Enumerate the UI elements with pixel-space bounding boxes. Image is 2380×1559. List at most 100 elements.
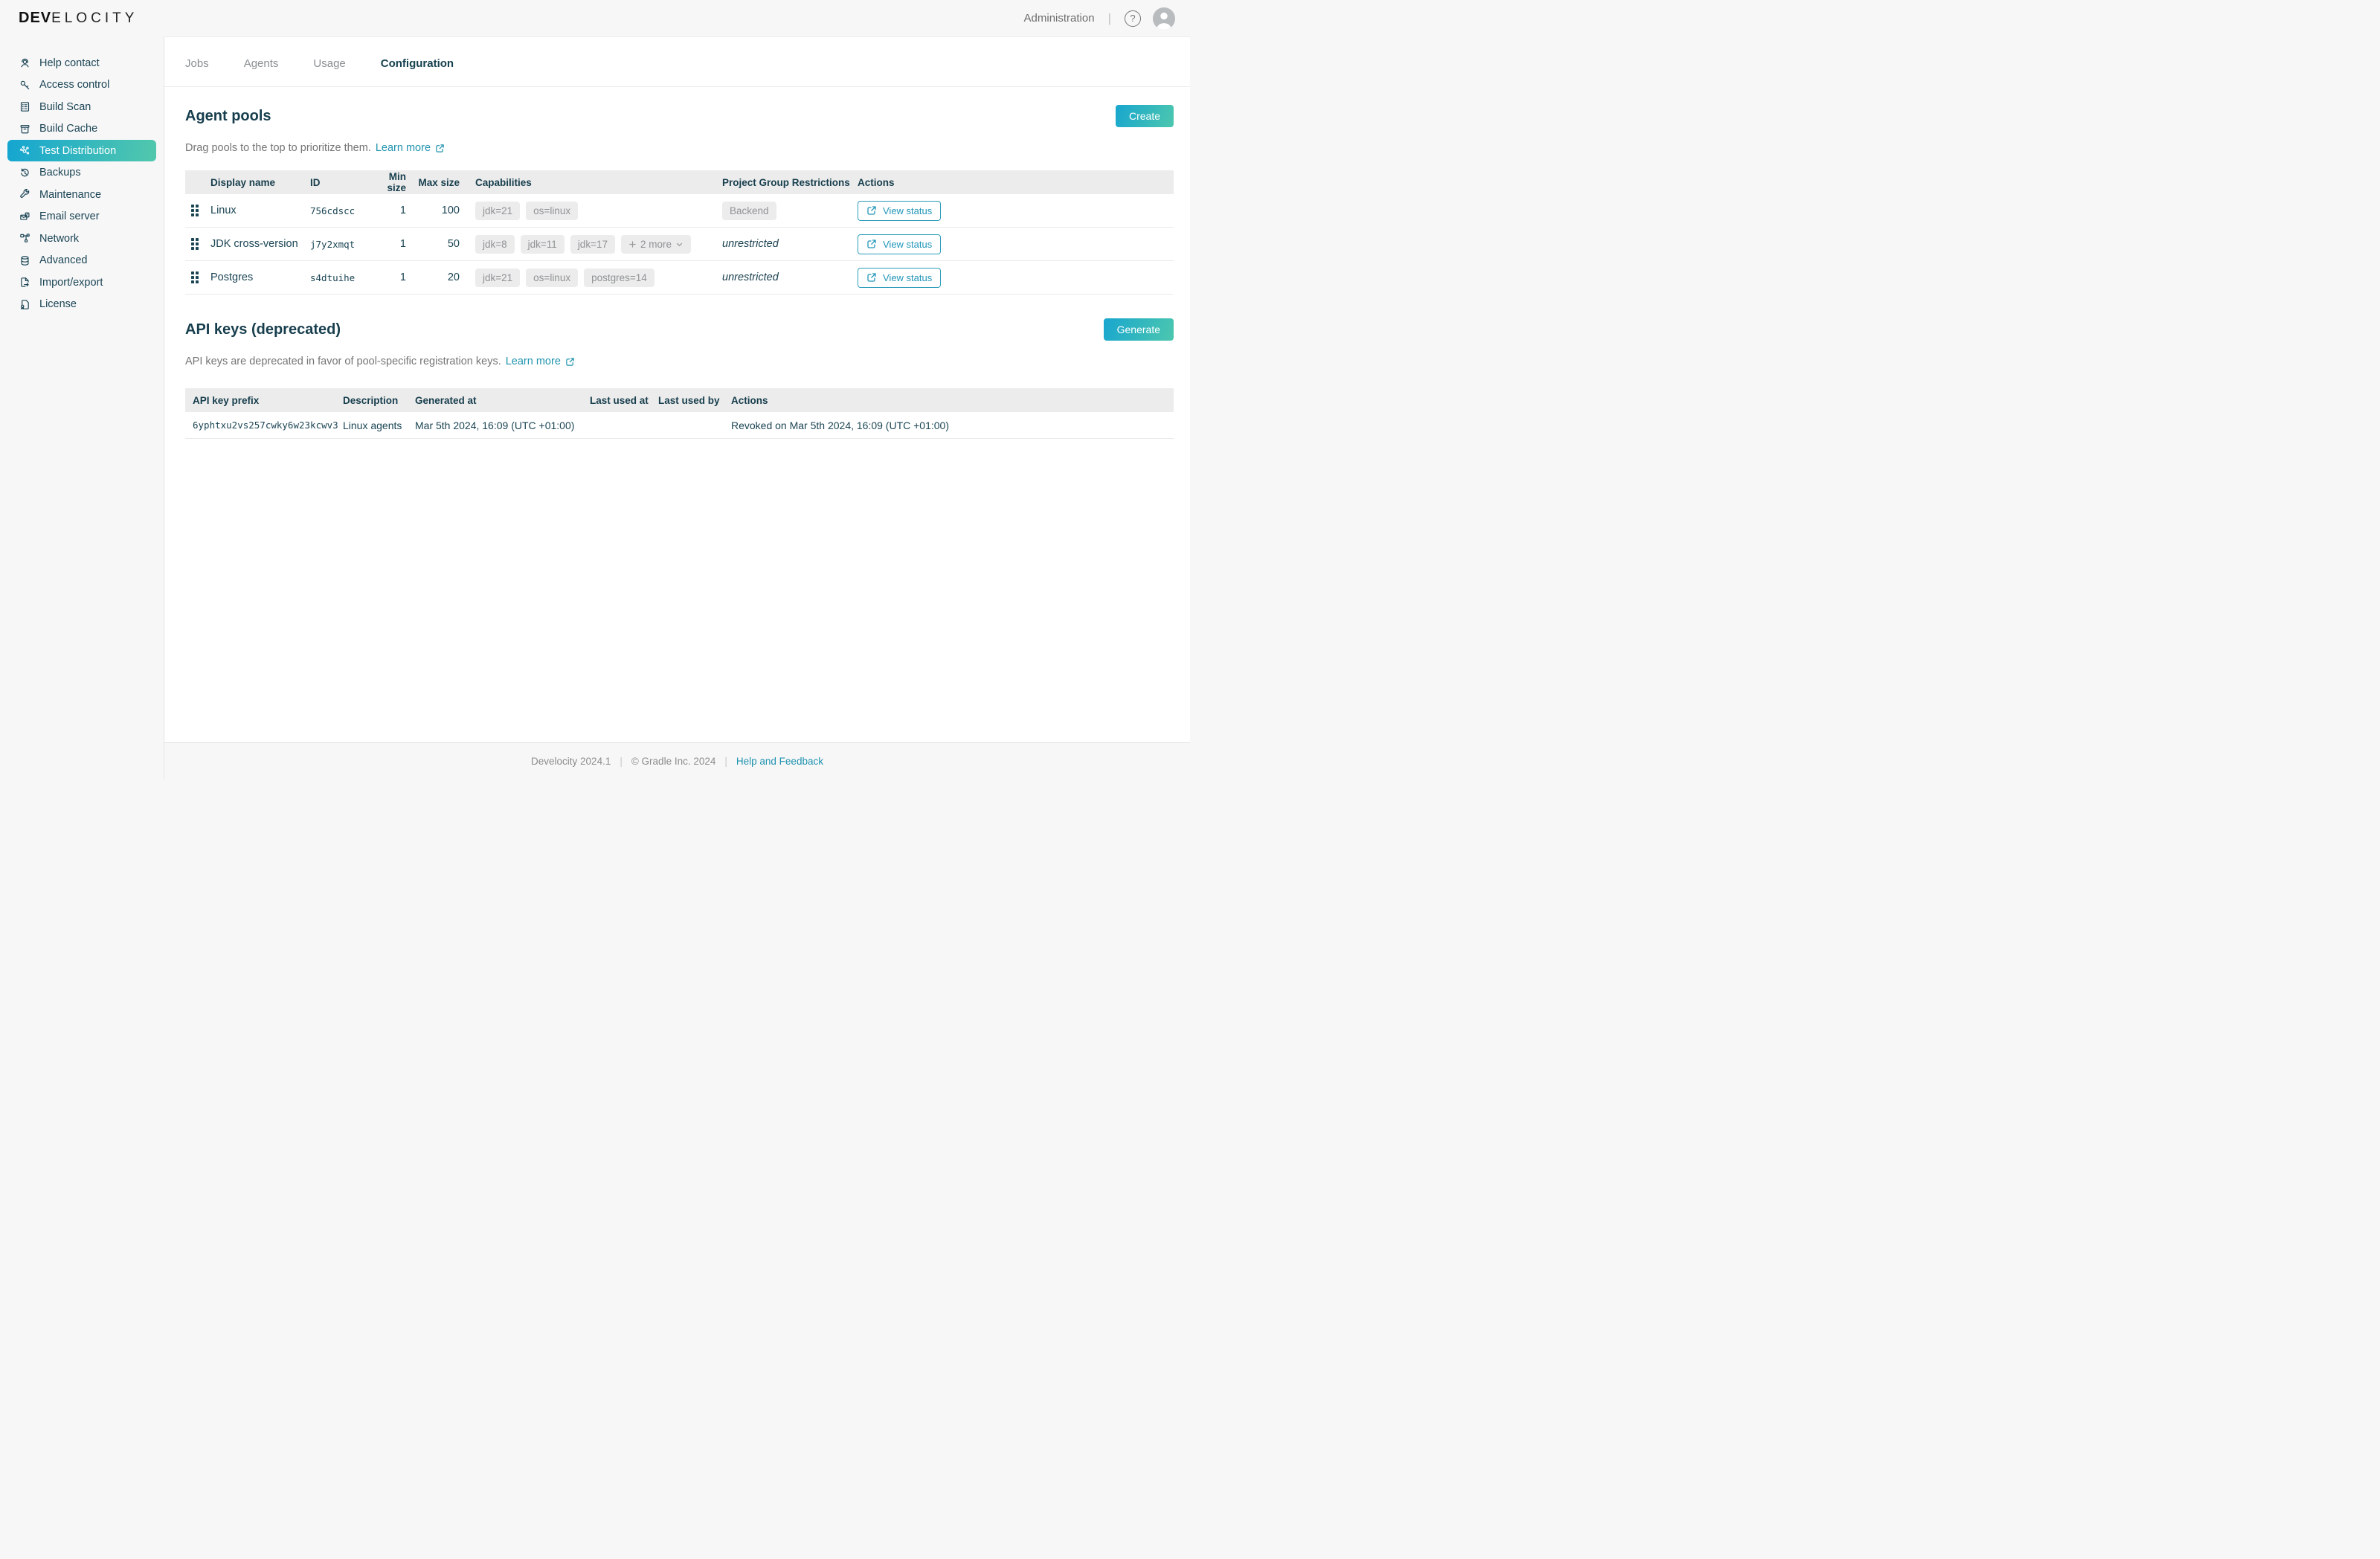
restriction-chip: Backend	[722, 202, 776, 220]
api-key-generated-at: Mar 5th 2024, 16:09 (UTC +01:00)	[408, 420, 582, 431]
sidebar-item-label: License	[39, 298, 77, 310]
pool-id: j7y2xmqt	[310, 239, 368, 250]
sidebar-item-test-distribution[interactable]: Test Distribution	[7, 140, 156, 161]
col-display-name: Display name	[210, 177, 310, 188]
network-hub-icon	[19, 144, 31, 157]
agent-pools-table: Display name ID Min size Max size Capabi…	[185, 170, 1174, 295]
api-keys-learn-more-link[interactable]: Learn more	[506, 356, 575, 367]
agent-pools-header-row: Display name ID Min size Max size Capabi…	[185, 170, 1174, 194]
view-status-button[interactable]: View status	[858, 234, 941, 254]
capability-chip: jdk=21	[475, 269, 520, 287]
pool-max-size: 100	[406, 205, 460, 216]
certificate-icon	[19, 298, 31, 311]
agent-pools-hint: Drag pools to the top to prioritize them…	[185, 142, 371, 154]
document-arrow-icon	[19, 276, 31, 289]
top-bar: DEV ELOCITY Administration | ?	[0, 0, 1190, 36]
sidebar-item-label: Network	[39, 233, 79, 245]
sidebar-item-import-export[interactable]: Import/export	[0, 271, 164, 293]
col-capabilities: Capabilities	[460, 177, 722, 188]
view-status-button[interactable]: View status	[858, 268, 941, 288]
tab-usage[interactable]: Usage	[313, 57, 345, 70]
external-link-icon	[866, 205, 877, 216]
sidebar-item-backups[interactable]: Backups	[0, 162, 164, 184]
col-actions: Actions	[724, 395, 1174, 406]
col-last-used-by: Last used by	[651, 395, 724, 406]
drag-handle-icon[interactable]	[191, 238, 199, 250]
table-row: Postgres s4dtuihe 1 20 jdk=21 os=linux p…	[185, 261, 1174, 295]
sidebar-item-network[interactable]: Network	[0, 228, 164, 249]
table-row: JDK cross-version j7y2xmqt 1 50 jdk=8 jd…	[185, 228, 1174, 261]
more-capabilities-chip[interactable]: 2 more	[621, 235, 691, 254]
external-link-icon	[866, 272, 877, 283]
main-panel: Jobs Agents Usage Configuration Agent po…	[164, 36, 1190, 742]
pool-id: 756cdscc	[310, 205, 368, 216]
topbar-divider: |	[1108, 11, 1111, 26]
external-link-icon	[866, 239, 877, 249]
col-min-size: Min size	[368, 171, 406, 193]
archive-box-icon	[19, 123, 31, 135]
create-button[interactable]: Create	[1116, 105, 1174, 127]
person-headset-icon	[19, 57, 31, 69]
api-keys-hint: API keys are deprecated in favor of pool…	[185, 356, 501, 367]
footer-version: Develocity 2024.1	[531, 756, 611, 767]
footer-divider: |	[724, 756, 727, 767]
drag-handle-icon[interactable]	[191, 271, 199, 283]
sidebar-item-license[interactable]: License	[0, 294, 164, 315]
sidebar-item-label: Access control	[39, 79, 109, 91]
sidebar-item-maintenance[interactable]: Maintenance	[0, 184, 164, 205]
pool-display-name: JDK cross-version	[210, 238, 310, 250]
col-last-used-at: Last used at	[582, 395, 651, 406]
administration-label[interactable]: Administration	[1024, 12, 1095, 25]
sidebar-item-build-cache[interactable]: Build Cache	[0, 118, 164, 140]
logo-bold-text: DEV	[19, 10, 51, 27]
pool-max-size: 50	[406, 238, 460, 250]
generate-button[interactable]: Generate	[1104, 318, 1174, 341]
col-restrictions: Project Group Restrictions	[722, 177, 858, 188]
tab-agents[interactable]: Agents	[244, 57, 279, 70]
tab-configuration[interactable]: Configuration	[381, 57, 454, 70]
pool-max-size: 20	[406, 271, 460, 283]
sidebar-item-help-contact[interactable]: Help contact	[0, 52, 164, 74]
capability-chip: jdk=21	[475, 202, 520, 220]
sidebar-item-label: Email server	[39, 210, 100, 222]
sidebar-item-label: Backups	[39, 167, 81, 179]
sidebar-item-build-scan[interactable]: Build Scan	[0, 96, 164, 118]
agent-pools-learn-more-link[interactable]: Learn more	[376, 142, 445, 154]
pool-display-name: Linux	[210, 205, 310, 216]
capability-chip: os=linux	[526, 202, 578, 220]
sidebar-item-email-server[interactable]: Email server	[0, 206, 164, 228]
sidebar-item-access-control[interactable]: Access control	[0, 74, 164, 96]
sidebar-item-label: Build Scan	[39, 101, 91, 113]
chevron-down-icon	[675, 240, 684, 248]
key-icon	[19, 79, 31, 91]
col-description: Description	[335, 395, 408, 406]
table-row: 6yphtxu2vs257cwky6w23kcwv3 Linux agents …	[185, 412, 1174, 439]
capability-chip: jdk=17	[570, 235, 615, 254]
col-generated-at: Generated at	[408, 395, 582, 406]
sidebar-item-label: Maintenance	[39, 189, 101, 201]
sidebar-item-label: Test Distribution	[39, 145, 116, 157]
tab-jobs[interactable]: Jobs	[185, 57, 209, 70]
view-status-button[interactable]: View status	[858, 201, 941, 221]
drag-handle-icon[interactable]	[191, 205, 199, 216]
network-tree-icon	[19, 232, 31, 245]
footer: Develocity 2024.1 | © Gradle Inc. 2024 |…	[164, 742, 1190, 780]
help-icon[interactable]: ?	[1125, 10, 1141, 27]
sidebar-item-label: Advanced	[39, 254, 88, 266]
plus-icon	[628, 240, 637, 248]
sidebar-item-advanced[interactable]: Advanced	[0, 250, 164, 271]
external-link-icon	[435, 144, 445, 153]
user-avatar[interactable]	[1153, 7, 1175, 30]
agent-pools-title: Agent pools	[185, 108, 271, 125]
pool-id: s4dtuihe	[310, 272, 368, 283]
pool-display-name: Postgres	[210, 271, 310, 283]
wrench-icon	[19, 188, 31, 201]
develocity-logo[interactable]: DEV ELOCITY	[19, 10, 138, 27]
restriction-text: unrestricted	[722, 271, 779, 283]
sidebar-item-label: Build Cache	[39, 123, 97, 135]
help-and-feedback-link[interactable]: Help and Feedback	[736, 756, 823, 767]
list-document-icon	[19, 100, 31, 113]
footer-divider: |	[620, 756, 623, 767]
api-keys-header-row: API key prefix Description Generated at …	[185, 388, 1174, 412]
pool-min-size: 1	[368, 271, 406, 283]
